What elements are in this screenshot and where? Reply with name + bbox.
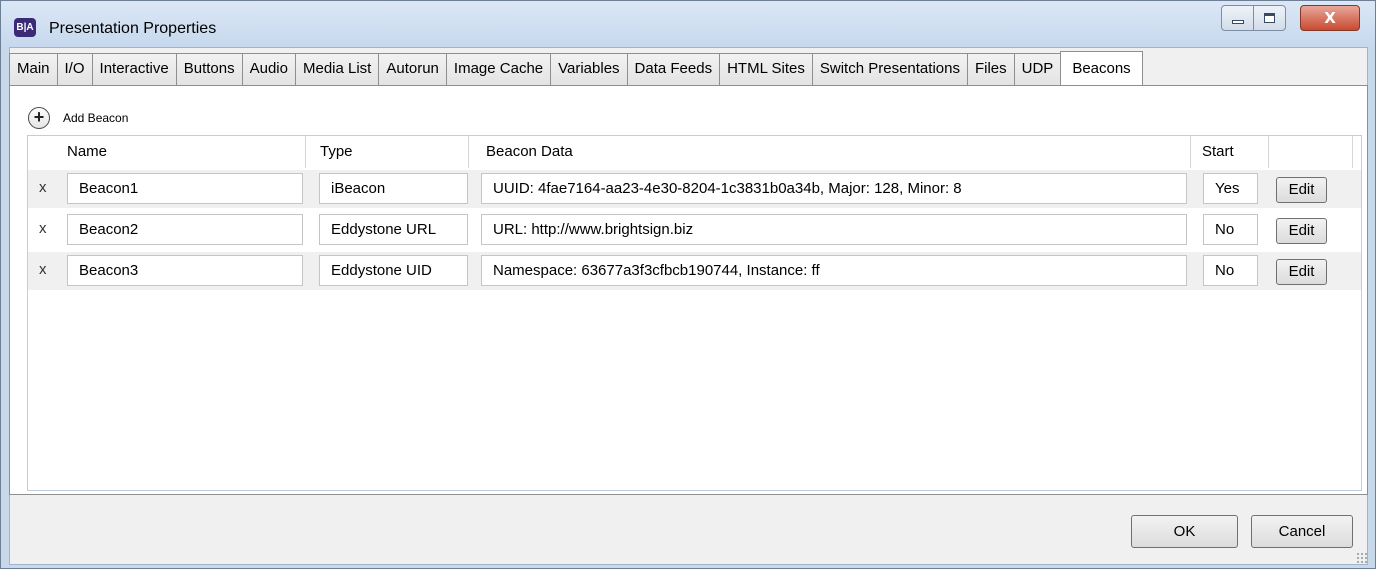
tab-beacons[interactable]: Beacons xyxy=(1060,51,1143,85)
column-header-type[interactable]: Type xyxy=(309,136,469,168)
column-header-beacon-data[interactable]: Beacon Data xyxy=(475,136,1191,168)
tab-buttons[interactable]: Buttons xyxy=(175,53,242,85)
beacon-start-select[interactable]: No xyxy=(1203,214,1258,245)
edit-button[interactable]: Edit xyxy=(1276,259,1327,285)
tab-html-sites[interactable]: HTML Sites xyxy=(719,53,812,85)
add-beacon-label[interactable]: Add Beacon xyxy=(63,111,128,125)
tab-variables[interactable]: Variables xyxy=(550,53,627,85)
tab-data-feeds[interactable]: Data Feeds xyxy=(626,53,720,85)
tab-io[interactable]: I/O xyxy=(56,53,92,85)
add-beacon-button[interactable]: + Add Beacon xyxy=(28,107,128,129)
edit-button[interactable]: Edit xyxy=(1276,177,1327,203)
tab-strip: Main I/O Interactive Buttons Audio Media… xyxy=(9,51,1143,85)
table-row: x Beacon3 Eddystone UID Namespace: 63677… xyxy=(28,252,1361,290)
beacon-type-select[interactable]: Eddystone URL xyxy=(319,214,468,245)
tab-audio[interactable]: Audio xyxy=(241,53,295,85)
grid-header: Name Type Beacon Data Start xyxy=(28,136,1361,168)
maximize-icon xyxy=(1264,13,1275,23)
delete-row-button[interactable]: x xyxy=(39,261,53,278)
minimize-icon xyxy=(1231,20,1244,24)
beacon-data-field[interactable]: URL: http://www.brightsign.biz xyxy=(481,214,1187,245)
tab-switch-presentations[interactable]: Switch Presentations xyxy=(811,53,967,85)
column-header-name[interactable]: Name xyxy=(56,136,306,168)
tab-autorun[interactable]: Autorun xyxy=(378,53,446,85)
tab-main[interactable]: Main xyxy=(9,53,57,85)
beacon-type-select[interactable]: Eddystone UID xyxy=(319,255,468,286)
beacon-name-field[interactable]: Beacon2 xyxy=(67,214,303,245)
resize-grip[interactable] xyxy=(1356,552,1368,564)
ok-button[interactable]: OK xyxy=(1131,515,1238,548)
beacons-grid: Name Type Beacon Data Start x Beacon1 iB… xyxy=(27,135,1362,491)
tab-image-cache[interactable]: Image Cache xyxy=(445,53,551,85)
app-icon: B|A xyxy=(14,18,36,37)
tab-files[interactable]: Files xyxy=(966,53,1014,85)
beacon-start-select[interactable]: No xyxy=(1203,255,1258,286)
tab-udp[interactable]: UDP xyxy=(1013,53,1061,85)
beacon-start-select[interactable]: Yes xyxy=(1203,173,1258,204)
presentation-properties-window: B|A Presentation Properties X Main I/O I… xyxy=(0,0,1376,569)
column-header-start[interactable]: Start xyxy=(1191,136,1269,168)
minimize-button[interactable] xyxy=(1221,5,1254,31)
table-row: x Beacon2 Eddystone URL URL: http://www.… xyxy=(28,211,1361,249)
delete-row-button[interactable]: x xyxy=(39,220,53,237)
beacon-name-field[interactable]: Beacon1 xyxy=(67,173,303,204)
edit-button[interactable]: Edit xyxy=(1276,218,1327,244)
cancel-button[interactable]: Cancel xyxy=(1251,515,1353,548)
title-bar[interactable]: B|A Presentation Properties X xyxy=(1,1,1375,47)
delete-row-button[interactable]: x xyxy=(39,179,53,196)
column-header-actions xyxy=(1269,136,1353,168)
tab-interactive[interactable]: Interactive xyxy=(91,53,176,85)
beacon-name-field[interactable]: Beacon3 xyxy=(67,255,303,286)
beacon-data-field[interactable]: UUID: 4fae7164-aa23-4e30-8204-1c3831b0a3… xyxy=(481,173,1187,204)
table-row: x Beacon1 iBeacon UUID: 4fae7164-aa23-4e… xyxy=(28,170,1361,208)
beacon-type-select[interactable]: iBeacon xyxy=(319,173,468,204)
maximize-button[interactable] xyxy=(1253,5,1286,31)
beacon-data-field[interactable]: Namespace: 63677a3f3cfbcb190744, Instanc… xyxy=(481,255,1187,286)
close-icon: X xyxy=(1324,9,1336,27)
window-title: Presentation Properties xyxy=(49,20,217,37)
close-button[interactable]: X xyxy=(1300,5,1360,31)
tab-media-list[interactable]: Media List xyxy=(294,53,379,85)
add-icon[interactable]: + xyxy=(28,107,50,129)
